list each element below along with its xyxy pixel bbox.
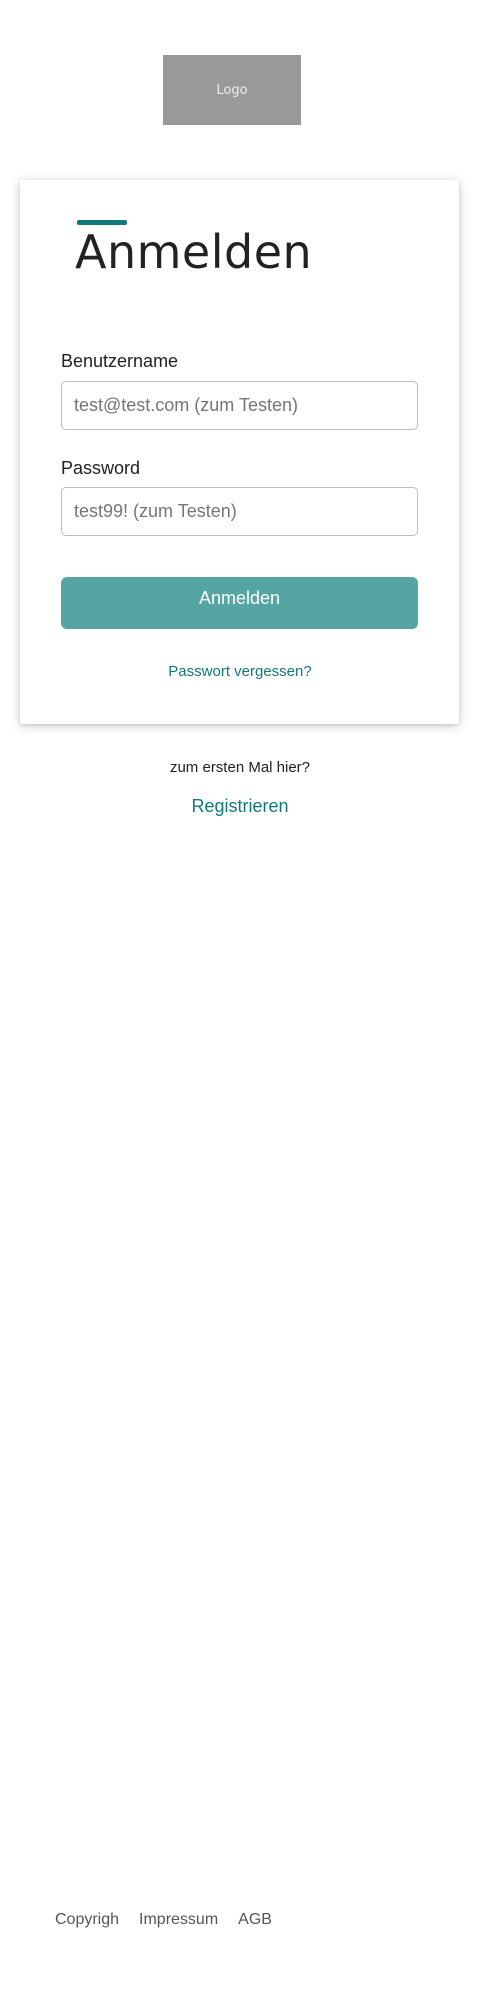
footer-link-agb[interactable]: AGB [238,1910,272,1930]
first-time-prompt: zum ersten Mal hier? [169,759,311,776]
logo: Logo [163,55,301,125]
username-input[interactable] [61,381,418,430]
forgot-password-link[interactable]: Passwort vergessen? [0,662,480,682]
password-input[interactable] [61,487,418,536]
footer-link-impressum[interactable]: Impressum [139,1910,218,1930]
footer: Copyrigh Impressum AGB [55,1910,272,1930]
register-link[interactable]: Registrieren [0,795,480,817]
page-title: Anmelden [75,225,313,279]
username-label: Benutzername [61,351,179,371]
footer-link-copyright[interactable]: Copyrigh [55,1910,119,1930]
password-label: Password [61,458,141,478]
login-button[interactable]: Anmelden [61,577,418,629]
logo-text: Logo [216,82,248,98]
